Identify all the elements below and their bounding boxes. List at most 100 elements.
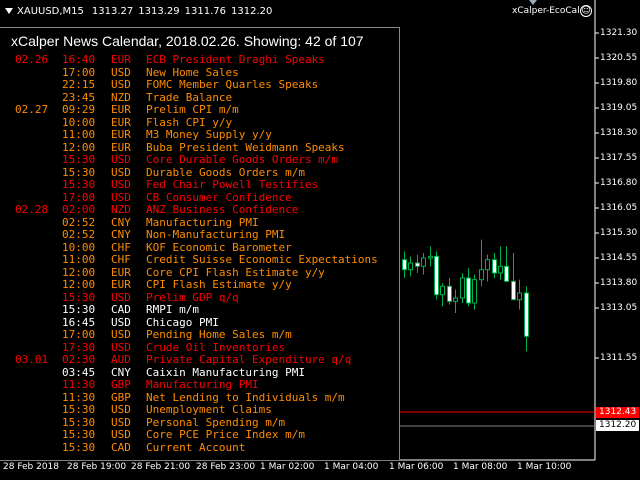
candle-body <box>466 277 471 304</box>
symbol-label: XAUUSD,M15 <box>17 5 84 17</box>
time-tick-label: 1 Mar 02:00 <box>260 462 315 472</box>
event-row[interactable]: 15:30 CAD Current Account <box>0 440 398 455</box>
event-name: Core PCE Price Index m/m <box>146 428 305 441</box>
event-currency: EUR <box>111 278 131 291</box>
event-row[interactable]: 02.28 02:00 NZD ANZ Business Confidence <box>0 203 398 217</box>
event-row[interactable]: 02:52 CNY Non-Manufacturing PMI <box>0 228 398 242</box>
smiley-icon[interactable]: ☺ <box>580 5 592 17</box>
event-time: 15:30 <box>62 440 96 454</box>
candle-body <box>421 257 426 267</box>
candle-body <box>453 297 458 302</box>
event-currency: USD <box>111 153 131 166</box>
event-name: Private Capital Expenditure q/q <box>146 353 352 366</box>
event-row[interactable]: 11:00 CHF Credit Suisse Economic Expectati… <box>0 253 398 267</box>
event-currency: USD <box>111 428 131 441</box>
event-currency: CAD <box>111 303 131 316</box>
event-name: Prelim CPI m/m <box>146 103 239 116</box>
event-name: Current Account <box>146 440 246 454</box>
event-currency: USD <box>111 78 131 91</box>
event-name: RMPI m/m <box>146 303 199 316</box>
event-row[interactable]: 17:00 USD Pending Home Sales m/m <box>0 328 398 342</box>
time-tick-label: 28 Feb 23:00 <box>196 462 256 472</box>
event-time: 09:29 <box>62 103 96 116</box>
time-tick-label: 1 Mar 06:00 <box>389 462 444 472</box>
event-currency: AUD <box>111 353 131 366</box>
event-row[interactable]: 02.27 09:29 EUR Prelim CPI m/m <box>0 103 398 117</box>
bid-price-tag: 1312.20 <box>596 420 640 431</box>
price-tick-label: 1318.30 <box>600 128 638 138</box>
event-currency: CHF <box>111 253 131 266</box>
event-time: 11:30 <box>62 378 96 391</box>
price-tick-label: 1320.55 <box>600 53 638 63</box>
event-time: 15:30 <box>62 303 96 316</box>
news-calendar-panel: xCalper News Calendar, 2018.02.26. Showi… <box>0 27 400 460</box>
candle-body <box>485 259 490 271</box>
low-value: 1311.76 <box>184 5 226 17</box>
event-name: Core Durable Goods Orders m/m <box>146 153 339 166</box>
event-currency: EUR <box>111 103 131 116</box>
event-row[interactable]: 15:30 USD Unemployment Claims <box>0 403 398 417</box>
candle-body <box>415 262 420 267</box>
event-row[interactable]: 02.26 16:40 EUR ECB President Draghi Speaks <box>0 53 398 67</box>
event-time: 02:52 <box>62 228 96 241</box>
event-row[interactable]: 15:30 USD Core PCE Price Index m/m <box>0 428 398 442</box>
price-tick-label: 1316.80 <box>600 178 638 188</box>
price-tick-label: 1315.30 <box>600 228 638 238</box>
event-row[interactable]: 15:30 CAD RMPI m/m <box>0 303 398 317</box>
event-row[interactable]: 11:30 GBP Manufacturing PMI <box>0 378 398 392</box>
time-tick-label: 28 Feb 21:00 <box>131 462 191 472</box>
event-row[interactable]: 03.01 02:30 AUD Private Capital Expenditure… <box>0 353 398 367</box>
time-tick-label: 28 Feb 2018 <box>3 462 60 472</box>
expert-name: xCalper-EcoCal <box>512 6 580 16</box>
event-time: 15:30 <box>62 153 96 166</box>
event-currency: USD <box>111 328 131 341</box>
candle-body <box>402 259 407 271</box>
event-row[interactable]: 22:15 USD FOMC Member Quarles Speaks <box>0 78 398 92</box>
price-tick-label: 1319.80 <box>600 78 638 88</box>
event-currency: EUR <box>111 128 131 141</box>
event-name: FOMC Member Quarles Speaks <box>146 78 319 91</box>
candle-body <box>408 262 413 271</box>
close-value: 1312.20 <box>231 5 273 17</box>
chart-header: XAUUSD,M15 1313.27 1313.29 1311.76 1312.… <box>2 4 277 18</box>
event-time: 17:00 <box>62 328 96 341</box>
chevron-down-icon[interactable] <box>5 8 13 14</box>
event-time: 22:15 <box>62 78 96 91</box>
event-row[interactable]: 15:30 USD Fed Chair Powell Testifies <box>0 178 398 192</box>
open-value: 1313.27 <box>91 5 134 17</box>
time-tick-label: 28 Feb 19:00 <box>67 462 127 472</box>
time-tick-label: 1 Mar 08:00 <box>453 462 508 472</box>
event-currency: CAD <box>111 440 131 454</box>
event-name: M3 Money Supply y/y <box>146 128 272 141</box>
event-name: Credit Suisse Economic Expectations <box>146 253 378 266</box>
candle-body <box>504 265 509 282</box>
candle-body <box>428 255 433 259</box>
event-row[interactable]: 12:00 EUR CPI Flash Estimate y/y <box>0 278 398 292</box>
candle-body <box>447 285 452 302</box>
event-currency: GBP <box>111 378 131 391</box>
price-tick-label: 1313.05 <box>600 303 638 313</box>
price-tick-label: 1317.55 <box>600 153 638 163</box>
event-currency: USD <box>111 403 131 416</box>
event-time: 16:40 <box>62 53 96 66</box>
event-time: 02:30 <box>62 353 96 366</box>
event-row[interactable]: 11:00 EUR M3 Money Supply y/y <box>0 128 398 142</box>
event-currency: NZD <box>111 203 131 216</box>
candle-body <box>498 265 503 274</box>
candle-body <box>511 280 516 301</box>
event-date: 02.28 <box>15 203 49 216</box>
event-time: 02:00 <box>62 203 96 216</box>
price-tick-label: 1319.05 <box>600 103 638 113</box>
ask-price-tag: 1312.43 <box>596 407 640 418</box>
event-currency: EUR <box>111 53 131 66</box>
event-name: Unemployment Claims <box>146 403 272 416</box>
event-time: 12:00 <box>62 278 96 291</box>
panel-title: xCalper News Calendar, 2018.02.26. Showi… <box>11 33 364 49</box>
event-row[interactable]: 15:30 USD Prelim GDP q/q <box>0 291 398 305</box>
event-time: 15:30 <box>62 428 96 441</box>
expert-marker-icon <box>529 0 537 5</box>
event-row[interactable]: 15:30 USD Core Durable Goods Orders m/m <box>0 153 398 167</box>
price-tick-label: 1314.55 <box>600 253 638 263</box>
event-date: 02.26 <box>15 53 49 66</box>
time-tick-label: 1 Mar 04:00 <box>324 462 379 472</box>
